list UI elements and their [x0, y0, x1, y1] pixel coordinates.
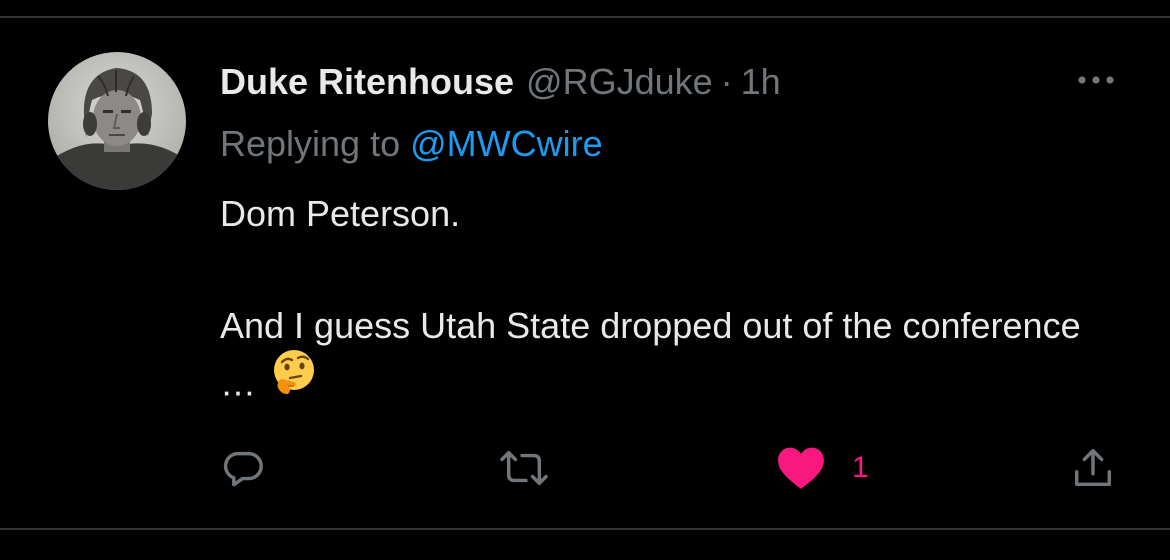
separator-dot: · — [720, 61, 733, 102]
share-button[interactable] — [1070, 438, 1116, 498]
reply-button[interactable] — [220, 438, 266, 498]
like-count: 1 — [852, 451, 869, 484]
tweet-text-line: Dom Peterson. — [220, 193, 461, 234]
display-name[interactable]: Duke Ritenhouse — [220, 60, 514, 104]
ellipsis-icon — [1078, 76, 1114, 84]
retweet-icon — [500, 450, 548, 486]
more-options-button[interactable] — [1068, 62, 1124, 98]
tweet-text: Dom Peterson. And I guess Utah State dro… — [220, 186, 1120, 418]
share-upload-icon — [1074, 449, 1112, 487]
tweet-text-fragment: And I guess Utah State dropped out of th… — [220, 305, 1081, 404]
tweet[interactable]: Duke Ritenhouse @RGJduke · 1h Replying t… — [0, 18, 1170, 528]
replying-to-label: Replying to — [220, 123, 401, 164]
avatar-photo — [48, 52, 186, 190]
thinking-face-emoji — [270, 348, 318, 412]
tweet-text-line: And I guess Utah State dropped out of th… — [220, 298, 1120, 418]
heart-filled-icon — [778, 447, 824, 489]
bottom-divider — [0, 528, 1170, 530]
retweet-button[interactable] — [496, 438, 552, 498]
comment-bubble-icon — [223, 451, 263, 487]
like-button[interactable]: 1 — [776, 438, 869, 498]
tweet-header: Duke Ritenhouse @RGJduke · 1h — [220, 60, 781, 104]
username-handle[interactable]: @RGJduke — [526, 60, 713, 104]
mention-link[interactable]: @MWCwire — [410, 123, 603, 164]
replying-to: Replying to @MWCwire — [220, 122, 603, 166]
action-bar: 1 — [0, 438, 1170, 498]
thinking-face-icon — [274, 350, 314, 395]
timestamp[interactable]: 1h — [741, 60, 781, 104]
avatar[interactable] — [48, 52, 186, 190]
